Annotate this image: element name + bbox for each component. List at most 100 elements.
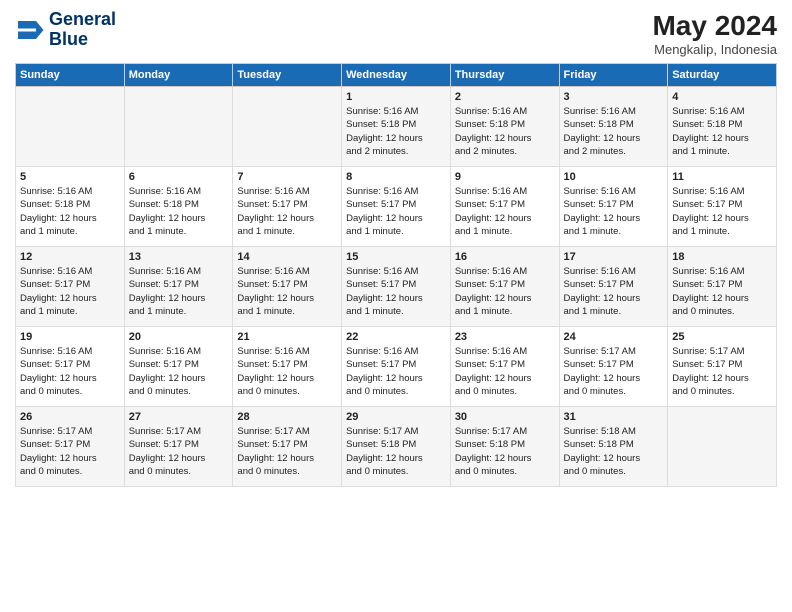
day-detail: Sunrise: 5:16 AM Sunset: 5:18 PM Dayligh…: [129, 185, 229, 238]
calendar-cell: 5 Sunrise: 5:16 AM Sunset: 5:18 PM Daylig…: [16, 167, 125, 247]
day-detail: Sunrise: 5:16 AM Sunset: 5:18 PM Dayligh…: [672, 105, 772, 158]
calendar-cell: 16Sunrise: 5:16 AM Sunset: 5:17 PM Dayli…: [450, 247, 559, 327]
calendar-table: Sunday Monday Tuesday Wednesday Thursday…: [15, 63, 777, 487]
calendar-cell: 29 Sunrise: 5:17 AM Sunset: 5:18 PM Dayli…: [342, 407, 451, 487]
calendar-header: Sunday Monday Tuesday Wednesday Thursday…: [16, 64, 777, 87]
calendar-cell: 2Sunrise: 5:16 AM Sunset: 5:18 PM Daylig…: [450, 87, 559, 167]
location: Mengkalip, Indonesia: [652, 42, 777, 57]
day-number: 27: [129, 411, 229, 423]
day-detail: Sunrise: 5:17 AM Sunset: 5:17 PM Dayligh…: [237, 425, 337, 478]
calendar-week-row: 19Sunrise: 5:16 AM Sunset: 5:17 PM Dayli…: [16, 327, 777, 407]
calendar-cell: 22 Sunrise: 5:16 AM Sunset: 5:17 PM Dayli…: [342, 327, 451, 407]
day-number: 17: [564, 251, 664, 263]
calendar-cell: [233, 87, 342, 167]
day-detail: Sunrise: 5:16 AM Sunset: 5:17 PM Dayligh…: [20, 345, 120, 398]
day-detail: Sunrise: 5:18 AM Sunset: 5:18 PM Dayligh…: [564, 425, 664, 478]
day-detail: Sunrise: 5:16 AM Sunset: 5:17 PM Dayligh…: [672, 185, 772, 238]
calendar-cell: 1 Sunrise: 5:16 AM Sunset: 5:18 PM Daylig…: [342, 87, 451, 167]
day-detail: Sunrise: 5:16 AM Sunset: 5:18 PM Dayligh…: [564, 105, 664, 158]
day-number: 26: [20, 411, 120, 423]
calendar-cell: 24Sunrise: 5:17 AM Sunset: 5:17 PM Dayli…: [559, 327, 668, 407]
logo: General Blue: [15, 10, 116, 50]
day-number: 30: [455, 411, 555, 423]
calendar-cell: 26Sunrise: 5:17 AM Sunset: 5:17 PM Dayli…: [16, 407, 125, 487]
day-detail: Sunrise: 5:16 AM Sunset: 5:17 PM Dayligh…: [564, 185, 664, 238]
header: General Blue May 2024 Mengkalip, Indones…: [15, 10, 777, 57]
calendar-cell: 30 Sunrise: 5:17 AM Sunset: 5:18 PM Dayli…: [450, 407, 559, 487]
day-number: 5: [20, 171, 120, 183]
logo-text: General Blue: [49, 10, 116, 50]
day-number: 31: [564, 411, 664, 423]
col-sunday: Sunday: [16, 64, 125, 87]
day-detail: Sunrise: 5:16 AM Sunset: 5:18 PM Dayligh…: [20, 185, 120, 238]
calendar-cell: [16, 87, 125, 167]
calendar-cell: 20 Sunrise: 5:16 AM Sunset: 5:17 PM Dayli…: [124, 327, 233, 407]
day-number: 12: [20, 251, 120, 263]
day-detail: Sunrise: 5:16 AM Sunset: 5:17 PM Dayligh…: [20, 265, 120, 318]
calendar-cell: 23Sunrise: 5:16 AM Sunset: 5:17 PM Dayli…: [450, 327, 559, 407]
day-number: 10: [564, 171, 664, 183]
calendar-cell: 19Sunrise: 5:16 AM Sunset: 5:17 PM Dayli…: [16, 327, 125, 407]
day-number: 28: [237, 411, 337, 423]
day-detail: Sunrise: 5:16 AM Sunset: 5:17 PM Dayligh…: [564, 265, 664, 318]
col-thursday: Thursday: [450, 64, 559, 87]
calendar-week-row: 1 Sunrise: 5:16 AM Sunset: 5:18 PM Daylig…: [16, 87, 777, 167]
day-detail: Sunrise: 5:16 AM Sunset: 5:17 PM Dayligh…: [346, 185, 446, 238]
title-block: May 2024 Mengkalip, Indonesia: [652, 10, 777, 57]
day-detail: Sunrise: 5:16 AM Sunset: 5:17 PM Dayligh…: [346, 345, 446, 398]
calendar-cell: 21 Sunrise: 5:16 AM Sunset: 5:17 PM Dayli…: [233, 327, 342, 407]
day-number: 25: [672, 331, 772, 343]
calendar-cell: 31 Sunrise: 5:18 AM Sunset: 5:18 PM Dayli…: [559, 407, 668, 487]
day-detail: Sunrise: 5:17 AM Sunset: 5:18 PM Dayligh…: [346, 425, 446, 478]
day-detail: Sunrise: 5:16 AM Sunset: 5:18 PM Dayligh…: [346, 105, 446, 158]
col-friday: Friday: [559, 64, 668, 87]
calendar-cell: 9 Sunrise: 5:16 AM Sunset: 5:17 PM Daylig…: [450, 167, 559, 247]
day-detail: Sunrise: 5:16 AM Sunset: 5:17 PM Dayligh…: [672, 265, 772, 318]
calendar-cell: 17 Sunrise: 5:16 AM Sunset: 5:17 PM Dayli…: [559, 247, 668, 327]
calendar-cell: 12 Sunrise: 5:16 AM Sunset: 5:17 PM Dayli…: [16, 247, 125, 327]
calendar-cell: 13 Sunrise: 5:16 AM Sunset: 5:17 PM Dayli…: [124, 247, 233, 327]
day-detail: Sunrise: 5:17 AM Sunset: 5:17 PM Dayligh…: [672, 345, 772, 398]
day-number: 9: [455, 171, 555, 183]
day-detail: Sunrise: 5:16 AM Sunset: 5:17 PM Dayligh…: [129, 345, 229, 398]
day-number: 4: [672, 91, 772, 103]
day-number: 22: [346, 331, 446, 343]
day-number: 20: [129, 331, 229, 343]
col-monday: Monday: [124, 64, 233, 87]
day-number: 24: [564, 331, 664, 343]
month-year: May 2024: [652, 10, 777, 42]
calendar-cell: 10 Sunrise: 5:16 AM Sunset: 5:17 PM Dayli…: [559, 167, 668, 247]
day-number: 1: [346, 91, 446, 103]
calendar-cell: 11 Sunrise: 5:16 AM Sunset: 5:17 PM Dayli…: [668, 167, 777, 247]
day-detail: Sunrise: 5:16 AM Sunset: 5:17 PM Dayligh…: [237, 265, 337, 318]
day-number: 11: [672, 171, 772, 183]
day-detail: Sunrise: 5:16 AM Sunset: 5:17 PM Dayligh…: [129, 265, 229, 318]
calendar-cell: 7Sunrise: 5:16 AM Sunset: 5:17 PM Daylig…: [233, 167, 342, 247]
calendar-week-row: 5 Sunrise: 5:16 AM Sunset: 5:18 PM Daylig…: [16, 167, 777, 247]
day-number: 29: [346, 411, 446, 423]
logo-line1: General: [49, 10, 116, 30]
day-detail: Sunrise: 5:16 AM Sunset: 5:17 PM Dayligh…: [455, 185, 555, 238]
day-number: 13: [129, 251, 229, 263]
calendar-cell: 27Sunrise: 5:17 AM Sunset: 5:17 PM Dayli…: [124, 407, 233, 487]
weekday-header-row: Sunday Monday Tuesday Wednesday Thursday…: [16, 64, 777, 87]
day-number: 8: [346, 171, 446, 183]
day-detail: Sunrise: 5:16 AM Sunset: 5:17 PM Dayligh…: [455, 265, 555, 318]
day-number: 21: [237, 331, 337, 343]
day-detail: Sunrise: 5:16 AM Sunset: 5:17 PM Dayligh…: [237, 345, 337, 398]
calendar-cell: 25 Sunrise: 5:17 AM Sunset: 5:17 PM Dayli…: [668, 327, 777, 407]
day-number: 6: [129, 171, 229, 183]
calendar-cell: 18Sunrise: 5:16 AM Sunset: 5:17 PM Dayli…: [668, 247, 777, 327]
calendar-body: 1 Sunrise: 5:16 AM Sunset: 5:18 PM Daylig…: [16, 87, 777, 487]
day-detail: Sunrise: 5:17 AM Sunset: 5:18 PM Dayligh…: [455, 425, 555, 478]
day-number: 14: [237, 251, 337, 263]
logo-icon: [15, 15, 45, 45]
calendar-cell: 4 Sunrise: 5:16 AM Sunset: 5:18 PM Daylig…: [668, 87, 777, 167]
day-detail: Sunrise: 5:16 AM Sunset: 5:18 PM Dayligh…: [455, 105, 555, 158]
day-number: 15: [346, 251, 446, 263]
day-detail: Sunrise: 5:16 AM Sunset: 5:17 PM Dayligh…: [455, 345, 555, 398]
calendar-cell: [124, 87, 233, 167]
day-detail: Sunrise: 5:16 AM Sunset: 5:17 PM Dayligh…: [346, 265, 446, 318]
calendar-cell: 28 Sunrise: 5:17 AM Sunset: 5:17 PM Dayli…: [233, 407, 342, 487]
calendar-cell: [668, 407, 777, 487]
